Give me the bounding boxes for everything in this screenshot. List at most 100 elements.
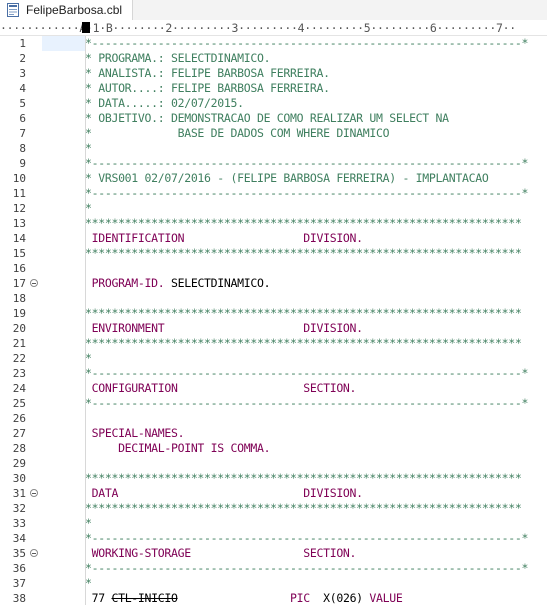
code-line[interactable]: 38 77 CTL-INICIO PIC X(026) VALUE bbox=[0, 591, 547, 605]
code-line[interactable]: 12 * bbox=[0, 201, 547, 216]
code-text: * ANALISTA.: FELIPE BARBOSA FERREIRA. bbox=[85, 66, 330, 81]
code-token: * VRS001 02/07/2016 - (FELIPE BARBOSA FE… bbox=[85, 171, 489, 185]
line-number: 32 bbox=[12, 502, 26, 515]
code-line[interactable]: 8 * bbox=[0, 141, 547, 156]
code-line[interactable]: 5 * DATA.....: 02/07/2015. bbox=[0, 96, 547, 111]
code-text: DATA DIVISION. bbox=[85, 486, 363, 501]
code-line[interactable]: 6 * OBJETIVO.: DEMONSTRACAO DE COMO REALI… bbox=[0, 111, 547, 126]
code-line[interactable]: 13 **************************************… bbox=[0, 216, 547, 231]
code-line[interactable]: 33 * bbox=[0, 516, 547, 531]
code-text: *---------------------------------------… bbox=[85, 396, 528, 411]
code-text: * PROGRAMA.: SELECTDINAMICO. bbox=[85, 51, 270, 66]
ruler-cursor-marker bbox=[82, 22, 90, 33]
code-token: WORKING-STORAGE SECTION. bbox=[85, 546, 357, 560]
code-line[interactable]: 18 bbox=[0, 291, 547, 306]
code-line[interactable]: 24 CONFIGURATION SECTION. bbox=[0, 381, 547, 396]
code-line[interactable]: 4 * AUTOR....: FELIPE BARBOSA FERREIRA. bbox=[0, 81, 547, 96]
code-line[interactable]: 29 bbox=[0, 456, 547, 471]
code-text: CONFIGURATION SECTION. bbox=[85, 381, 357, 396]
line-number: 33 bbox=[12, 517, 26, 530]
line-number: 10 bbox=[12, 172, 26, 185]
code-line[interactable]: 32 **************************************… bbox=[0, 501, 547, 516]
code-line[interactable]: 21 **************************************… bbox=[0, 336, 547, 351]
indicator-area-margin bbox=[85, 36, 86, 605]
code-text: ****************************************… bbox=[85, 306, 522, 321]
code-text: *---------------------------------------… bbox=[85, 186, 528, 201]
line-number: 1 bbox=[19, 37, 26, 50]
code-line[interactable]: 3 * ANALISTA.: FELIPE BARBOSA FERREIRA. bbox=[0, 66, 547, 81]
line-number: 35 bbox=[12, 547, 26, 560]
code-line[interactable]: 26 bbox=[0, 411, 547, 426]
line-number: 22 bbox=[12, 352, 26, 365]
fold-collapse-icon[interactable] bbox=[30, 489, 38, 497]
code-line[interactable]: 16 bbox=[0, 261, 547, 276]
code-line[interactable]: 27 SPECIAL-NAMES. bbox=[0, 426, 547, 441]
line-number: 30 bbox=[12, 472, 26, 485]
code-line[interactable]: 34 *-------------------------------------… bbox=[0, 531, 547, 546]
code-line[interactable]: 2 * PROGRAMA.: SELECTDINAMICO. bbox=[0, 51, 547, 66]
line-number: 12 bbox=[12, 202, 26, 215]
code-text: ****************************************… bbox=[85, 501, 522, 516]
cobol-file-icon bbox=[7, 3, 19, 17]
file-tab[interactable]: FelipeBarbosa.cbl bbox=[0, 0, 134, 20]
fold-collapse-icon[interactable] bbox=[30, 279, 38, 287]
code-text: WORKING-STORAGE SECTION. bbox=[85, 546, 357, 561]
line-number: 4 bbox=[19, 82, 26, 95]
code-token: ****************************************… bbox=[85, 471, 522, 485]
line-number: 6 bbox=[19, 112, 26, 125]
code-line[interactable]: 23 *-------------------------------------… bbox=[0, 366, 547, 381]
code-line[interactable]: 11 *-------------------------------------… bbox=[0, 186, 547, 201]
current-line-highlight bbox=[42, 36, 85, 51]
code-token: ****************************************… bbox=[85, 336, 522, 350]
code-token: * PROGRAMA.: SELECTDINAMICO. bbox=[85, 51, 271, 65]
line-number: 23 bbox=[12, 367, 26, 380]
line-number: 3 bbox=[19, 67, 26, 80]
code-line[interactable]: 37 * bbox=[0, 576, 547, 591]
code-line[interactable]: 7 * BASE DE DADOS COM WHERE DINAMICO bbox=[0, 126, 547, 141]
code-line[interactable]: 1 *--------------------------------------… bbox=[0, 36, 547, 51]
code-editor[interactable]: 1 *--------------------------------------… bbox=[0, 36, 547, 605]
code-token: *---------------------------------------… bbox=[85, 186, 529, 200]
code-line[interactable]: 35 WORKING-STORAGE SECTION. bbox=[0, 546, 547, 561]
line-number: 26 bbox=[12, 412, 26, 425]
code-text: *---------------------------------------… bbox=[85, 531, 528, 546]
code-line[interactable]: 36 *-------------------------------------… bbox=[0, 561, 547, 576]
code-line[interactable]: 15 **************************************… bbox=[0, 246, 547, 261]
code-line[interactable]: 31 DATA DIVISION. bbox=[0, 486, 547, 501]
code-token: 77 bbox=[85, 591, 112, 605]
code-text: * DATA.....: 02/07/2015. bbox=[85, 96, 244, 111]
line-number: 8 bbox=[19, 142, 26, 155]
code-token: DECIMAL-POINT IS COMMA. bbox=[85, 441, 271, 455]
code-line[interactable]: 30 **************************************… bbox=[0, 471, 547, 486]
code-token: * AUTOR....: FELIPE BARBOSA FERREIRA. bbox=[85, 81, 330, 95]
code-line[interactable]: 9 *--------------------------------------… bbox=[0, 156, 547, 171]
code-text: * BASE DE DADOS COM WHERE DINAMICO bbox=[85, 126, 390, 141]
line-number: 20 bbox=[12, 322, 26, 335]
fold-collapse-icon[interactable] bbox=[30, 549, 38, 557]
code-token: SPECIAL-NAMES. bbox=[85, 426, 185, 440]
code-token: ENVIRONMENT DIVISION. bbox=[85, 321, 363, 335]
line-number: 36 bbox=[12, 562, 26, 575]
code-token: * ANALISTA.: FELIPE BARBOSA FERREIRA. bbox=[85, 66, 330, 80]
code-text: ****************************************… bbox=[85, 216, 522, 231]
code-line[interactable]: 17 PROGRAM-ID. SELECTDINAMICO. bbox=[0, 276, 547, 291]
code-text: SPECIAL-NAMES. bbox=[85, 426, 185, 441]
code-line[interactable]: 22 * bbox=[0, 351, 547, 366]
line-number: 9 bbox=[19, 157, 26, 170]
code-token: X(026) bbox=[309, 591, 370, 605]
code-line[interactable]: 28 DECIMAL-POINT IS COMMA. bbox=[0, 441, 547, 456]
code-line[interactable]: 20 ENVIRONMENT DIVISION. bbox=[0, 321, 547, 336]
line-number: 34 bbox=[12, 532, 26, 545]
code-text: ****************************************… bbox=[85, 336, 522, 351]
line-number: 16 bbox=[12, 262, 26, 275]
code-line[interactable]: 25 *-------------------------------------… bbox=[0, 396, 547, 411]
code-line[interactable]: 14 IDENTIFICATION DIVISION. bbox=[0, 231, 547, 246]
code-line[interactable]: 19 **************************************… bbox=[0, 306, 547, 321]
line-number: 24 bbox=[12, 382, 26, 395]
code-text: * AUTOR....: FELIPE BARBOSA FERREIRA. bbox=[85, 81, 330, 96]
line-number: 21 bbox=[12, 337, 26, 350]
code-line[interactable]: 10 * VRS001 02/07/2016 - (FELIPE BARBOSA … bbox=[0, 171, 547, 186]
line-number: 38 bbox=[12, 592, 26, 605]
column-ruler: ············A·1·B········2·········3····… bbox=[0, 20, 547, 36]
